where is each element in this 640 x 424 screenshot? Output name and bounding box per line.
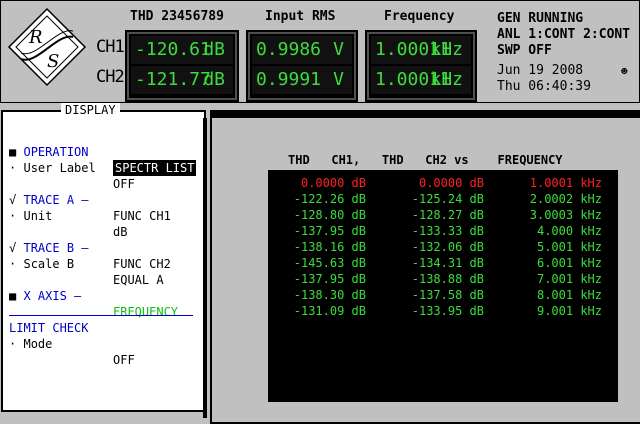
frequency-cell: 5.001 kHz: [536, 240, 602, 254]
menu-operation[interactable]: ■ OPERATION SPECTR LIST: [9, 128, 202, 176]
thd-ch2-cell: 0.0000 dB: [418, 176, 484, 190]
thd-ch2-readout: -121.77 dB: [131, 66, 233, 94]
menu-trace-b[interactable]: √ TRACE B — FUNC CH2: [9, 224, 202, 271]
rms-column-title: Input RMS: [265, 9, 336, 24]
channel-1-label: CH1: [96, 37, 125, 57]
thd-ch1-cell: -137.95 dB: [293, 272, 366, 286]
freq-ch1-readout: 1.00011 kHz: [371, 36, 471, 64]
menu-x-axis[interactable]: ■ X AXIS — FREQUENCY: [9, 272, 202, 319]
thd-ch1-cell: -138.30 dB: [293, 288, 366, 302]
menu-trace-b-scale[interactable]: · Scale B EQUAL A: [9, 240, 202, 287]
panel-scrollbar[interactable]: [203, 118, 207, 418]
thd-ch2-cell: -134.31 dB: [411, 256, 484, 270]
thd-ch2-cell: -138.88 dB: [411, 272, 484, 286]
table-row: -145.63 dB -134.31 dB 6.001 kHz: [268, 256, 614, 271]
frequency-cell: 6.001 kHz: [536, 256, 602, 270]
thd-ch1-readout: -120.61 dB: [131, 36, 233, 64]
thd-column-title: THD 23456789: [130, 9, 224, 24]
sweep-status: SWP OFF: [497, 43, 552, 58]
thd-ch2-cell: -133.95 dB: [411, 304, 484, 318]
limit-check-divider: [9, 315, 193, 316]
frequency-cell: 3.0003 kHz: [529, 208, 602, 222]
rms-ch2-readout: 0.9991 V: [252, 66, 352, 94]
frequency-cell: 9.001 kHz: [536, 304, 602, 318]
menu-user-label[interactable]: · User Label OFF: [9, 144, 202, 191]
frequency-meter[interactable]: 1.00011 kHz 1.00011 kHz: [365, 30, 477, 102]
thd-ch2-cell: -133.33 dB: [411, 224, 484, 238]
table-row: -138.30 dB -137.58 dB 8.001 kHz: [268, 288, 614, 303]
table-row: -128.80 dB -128.27 dB 3.0003 kHz: [268, 208, 614, 223]
thd-ch1-cell: -122.26 dB: [293, 192, 366, 206]
frequency-cell: 8.001 kHz: [536, 288, 602, 302]
table-row: -131.09 dB -133.95 dB 9.001 kHz: [268, 304, 614, 319]
freq-ch2-readout: 1.00011 kHz: [371, 66, 471, 94]
rms-ch1-readout: 0.9986 V: [252, 36, 352, 64]
time-display: Thu 06:40:39: [497, 79, 591, 94]
thd-ch1-cell: -131.09 dB: [293, 304, 366, 318]
menu-trace-a-unit[interactable]: · Unit dB: [9, 192, 202, 239]
spectrum-list-header: THD CH1, THD CH2 vs FREQUENCY: [288, 153, 563, 167]
panel-title: DISPLAY: [61, 103, 120, 117]
table-row: -122.26 dB -125.24 dB 2.0002 kHz: [268, 192, 614, 207]
thd-ch1-cell: -145.63 dB: [293, 256, 366, 270]
spectrum-list-table[interactable]: 0.0000 dB 0.0000 dB 1.0001 kHz -122.26 dB -1…: [268, 170, 618, 402]
operation-value[interactable]: SPECTR LIST: [113, 160, 197, 176]
date-display: Jun 19 2008: [497, 63, 584, 78]
thd-ch2-cell: -128.27 dB: [411, 208, 484, 222]
analyzer-status: ANL 1:CONT 2:CONT: [497, 27, 631, 42]
frequency-cell: 1.0001 kHz: [529, 176, 602, 190]
rms-meter[interactable]: 0.9986 V 0.9991 V: [246, 30, 358, 102]
panel-title-bar: [210, 110, 640, 118]
channel-2-label: CH2: [96, 67, 125, 87]
thd-meter[interactable]: -120.61 dB -121.77 dB: [125, 30, 239, 102]
frequency-cell: 7.001 kHz: [536, 272, 602, 286]
rs-logo-icon: R S: [7, 7, 87, 87]
frequency-cell: 2.0002 kHz: [529, 192, 602, 206]
frequency-column-title: Frequency: [384, 9, 455, 24]
generator-status: GEN RUNNING: [497, 11, 584, 26]
frequency-cell: 4.000 kHz: [536, 224, 602, 238]
thd-ch1-cell: -137.95 dB: [293, 224, 366, 238]
table-row: 0.0000 dB 0.0000 dB 1.0001 kHz: [268, 176, 614, 191]
table-row: -137.95 dB -138.88 dB 7.001 kHz: [268, 272, 614, 287]
menu-limit-check[interactable]: LIMIT CHECK: [9, 304, 202, 335]
thd-ch1-cell: -128.80 dB: [293, 208, 366, 222]
thd-ch2-cell: -137.58 dB: [411, 288, 484, 302]
svg-text:S: S: [47, 51, 59, 72]
table-row: -138.16 dB -132.06 dB 5.001 kHz: [268, 240, 614, 255]
svg-text:R: R: [28, 27, 43, 48]
instrument-status: GEN RUNNING ANL 1:CONT 2:CONT SWP OFF Ju…: [497, 11, 630, 95]
thd-ch1-cell: 0.0000 dB: [300, 176, 366, 190]
instrument-header: R S CH1 CH2 THD 23456789 -120.61 dB -121.…: [0, 0, 640, 103]
thd-ch2-cell: -132.06 dB: [411, 240, 484, 254]
menu-trace-a[interactable]: √ TRACE A — FUNC CH1: [9, 176, 202, 223]
display-settings-panel: DISPLAY ■ OPERATION SPECTR LIST · User L…: [1, 103, 206, 412]
thd-ch2-cell: -125.24 dB: [411, 192, 484, 206]
table-row: -137.95 dB -133.33 dB 4.000 kHz: [268, 224, 614, 239]
thd-ch1-cell: -138.16 dB: [293, 240, 366, 254]
clock-icon: ☻: [621, 65, 628, 78]
menu-limit-mode[interactable]: · Mode OFF: [9, 320, 202, 367]
